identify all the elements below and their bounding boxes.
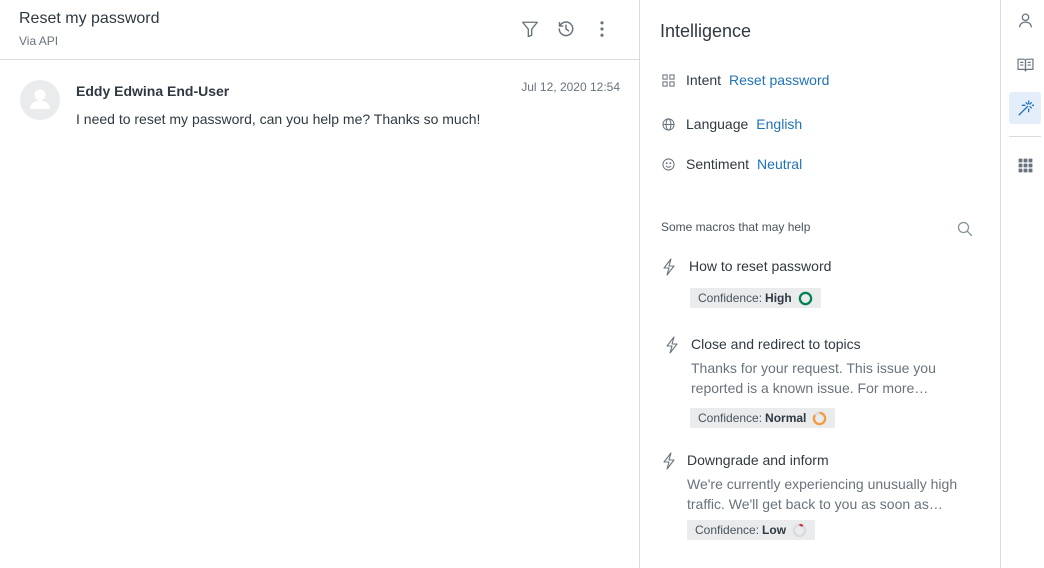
- macros-heading: Some macros that may help: [661, 220, 811, 234]
- confidence-badge: Confidence: Low: [687, 520, 816, 540]
- conversation-header: Reset my password Via API: [0, 0, 640, 60]
- confidence-badge: Confidence: Normal: [690, 408, 836, 428]
- intelligence-panel: Intelligence Intent Reset password Langu…: [641, 0, 1001, 568]
- confidence-level: Low: [762, 523, 787, 537]
- confidence-label: Confidence:: [698, 411, 763, 425]
- confidence-label: Confidence:: [698, 291, 763, 305]
- intent-grid-icon: [661, 73, 675, 87]
- intent-label: Intent: [686, 72, 722, 88]
- language-value[interactable]: English: [756, 116, 802, 132]
- confidence-ring-icon: [813, 411, 827, 425]
- ticket-title: Reset my password: [19, 10, 160, 27]
- lightning-bolt-icon: [666, 336, 678, 354]
- sentiment-value[interactable]: Neutral: [757, 156, 802, 172]
- macro-item-close-and-redirect[interactable]: Close and redirect to topics Thanks for …: [661, 336, 981, 428]
- smiley-icon: [661, 157, 675, 171]
- rail-divider: [1009, 136, 1041, 137]
- knowledge-book-icon[interactable]: [1009, 48, 1041, 80]
- user-icon[interactable]: [1009, 4, 1041, 36]
- confidence-level: High: [765, 291, 792, 305]
- intent-value[interactable]: Reset password: [729, 72, 829, 88]
- message-body: I need to reset my password, can you hel…: [76, 111, 481, 127]
- macro-item-reset-password[interactable]: How to reset password Confidence: High: [661, 258, 981, 310]
- macro-title: How to reset password: [689, 258, 832, 274]
- message-timestamp: Jul 12, 2020 12:54: [521, 80, 620, 94]
- lightning-bolt-icon: [663, 258, 675, 276]
- confidence-badge: Confidence: High: [690, 288, 821, 308]
- lightning-bolt-icon: [663, 452, 675, 470]
- intelligence-title: Intelligence: [660, 21, 752, 41]
- confidence-ring-icon: [792, 523, 807, 537]
- language-row: Language English: [661, 114, 802, 134]
- avatar: [20, 80, 60, 120]
- search-icon[interactable]: [957, 221, 973, 237]
- history-icon[interactable]: [555, 18, 577, 40]
- conversation-pane: Reset my password Via API Eddy Edwina En…: [0, 0, 640, 568]
- macro-item-downgrade-and-inform[interactable]: Downgrade and inform We're currently exp…: [661, 452, 981, 544]
- globe-icon: [661, 117, 675, 131]
- intent-row: Intent Reset password: [661, 70, 829, 90]
- macro-title: Downgrade and inform: [687, 452, 829, 468]
- sentiment-row: Sentiment Neutral: [661, 154, 802, 174]
- confidence-level: Normal: [765, 411, 807, 425]
- magic-wand-icon[interactable]: [1009, 92, 1041, 124]
- message-author: Eddy Edwina End-User: [76, 83, 230, 99]
- confidence-ring-icon: [798, 291, 812, 305]
- confidence-label: Confidence:: [695, 523, 760, 537]
- sentiment-label: Sentiment: [686, 156, 750, 172]
- apps-grid-icon[interactable]: [1009, 149, 1041, 181]
- language-label: Language: [686, 116, 749, 132]
- macro-description: Thanks for your request. This issue you …: [691, 360, 936, 396]
- macro-title: Close and redirect to topics: [691, 336, 861, 352]
- macro-description: We're currently experiencing unusually h…: [687, 476, 958, 512]
- ticket-channel: Via API: [19, 34, 59, 48]
- context-rail: [1002, 0, 1044, 568]
- more-options-icon[interactable]: [591, 18, 613, 40]
- filter-icon[interactable]: [519, 18, 541, 40]
